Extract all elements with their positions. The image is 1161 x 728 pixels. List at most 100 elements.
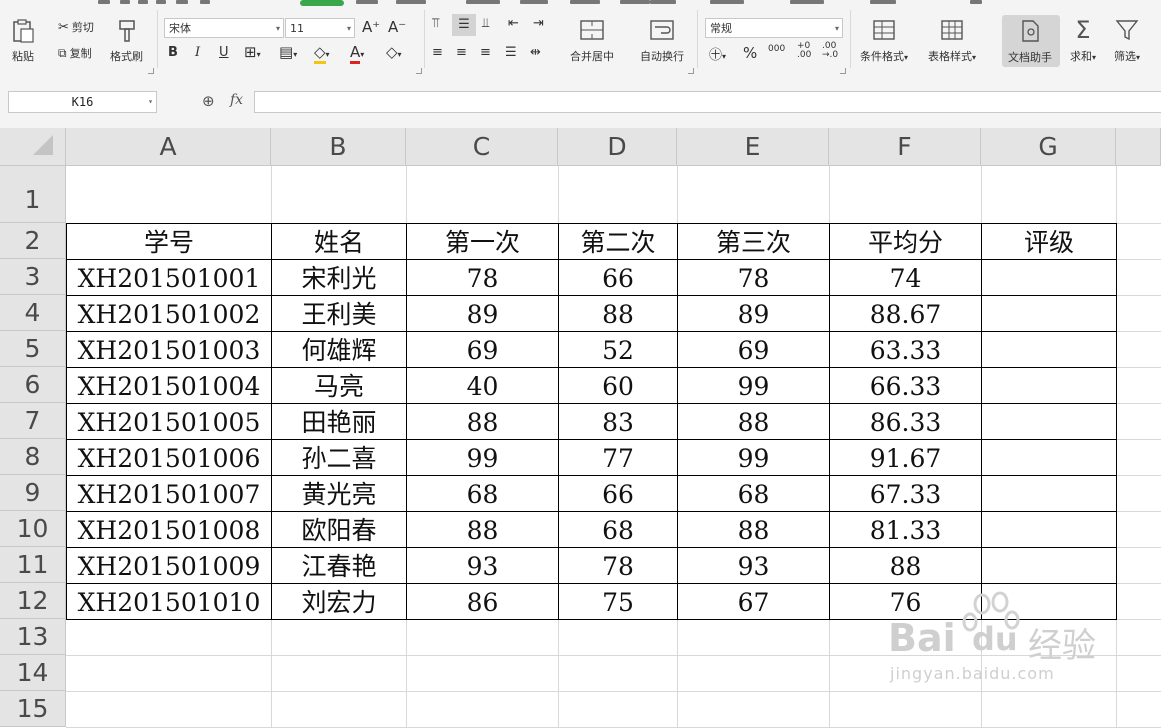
currency-icon[interactable]: ㊉▾ — [709, 44, 726, 63]
zoom-formula-icon[interactable]: ⊕ — [202, 92, 215, 110]
fill-color-icon[interactable]: ◇▾ — [314, 43, 330, 64]
italic-button[interactable]: I — [195, 45, 200, 60]
shrink-font-icon[interactable]: A⁻ — [388, 18, 406, 36]
table-header-cell[interactable]: 学号 — [67, 224, 271, 259]
table-cell[interactable]: 99 — [678, 368, 829, 403]
align-bottom-icon[interactable]: ⫫ — [482, 16, 489, 31]
column-header-f[interactable]: F — [829, 128, 981, 166]
clipboard-launcher[interactable] — [148, 68, 154, 74]
row-header-11[interactable]: 11 — [0, 547, 66, 583]
table-cell[interactable]: 孙二喜 — [272, 440, 406, 475]
format-painter-button[interactable]: 格式刷 — [110, 18, 143, 64]
table-cell[interactable] — [982, 476, 1116, 511]
row-header-2[interactable]: 2 — [0, 223, 66, 259]
table-cell[interactable]: 68 — [559, 512, 677, 547]
row-header-4[interactable]: 4 — [0, 295, 66, 331]
row-header-13[interactable]: 13 — [0, 619, 66, 655]
table-cell[interactable]: 88 — [407, 512, 558, 547]
select-all-corner[interactable] — [0, 128, 66, 166]
table-cell[interactable]: 86.33 — [830, 404, 981, 439]
table-cell[interactable]: 81.33 — [830, 512, 981, 547]
doc-helper-button[interactable]: 文档助手 — [1002, 15, 1060, 67]
filter-button[interactable]: 筛选▾ — [1114, 18, 1140, 64]
column-header-e[interactable]: E — [677, 128, 829, 166]
table-header-cell[interactable]: 第二次 — [559, 224, 677, 259]
copy-button[interactable]: ⧉ 复制 — [58, 45, 92, 61]
increase-indent-icon[interactable]: ⇥ — [533, 16, 544, 31]
wrap-text-button[interactable]: 自动换行 — [640, 18, 684, 64]
align-left-icon[interactable]: ≡ — [432, 45, 443, 60]
table-cell[interactable]: 68 — [407, 476, 558, 511]
table-cell[interactable]: 68 — [678, 476, 829, 511]
fx-icon[interactable]: fx — [230, 92, 243, 108]
number-format-select[interactable]: 常规 — [705, 18, 843, 39]
increase-decimal-button[interactable]: +0 .00 — [797, 42, 811, 60]
table-cell[interactable]: 86 — [407, 584, 558, 619]
grow-font-icon[interactable]: A⁺ — [362, 18, 380, 36]
table-cell[interactable]: 宋利光 — [272, 260, 406, 295]
align-center-icon[interactable]: ≡ — [456, 45, 467, 60]
table-cell[interactable]: XH201501006 — [67, 440, 271, 475]
row-header-1[interactable]: 1 — [0, 166, 66, 223]
column-header-b[interactable]: B — [271, 128, 406, 166]
cell-style-icon[interactable]: ▤▾ — [279, 43, 297, 61]
decrease-decimal-button[interactable]: .00 →.0 — [822, 42, 838, 60]
font-launcher[interactable] — [416, 68, 422, 74]
column-header-g[interactable]: G — [981, 128, 1116, 166]
table-cell[interactable]: 74 — [830, 260, 981, 295]
row-header-8[interactable]: 8 — [0, 439, 66, 475]
row-header-14[interactable]: 14 — [0, 655, 66, 691]
font-color-button[interactable]: A▾ — [350, 43, 364, 64]
column-header-a[interactable]: A — [66, 128, 271, 166]
table-cell[interactable]: 88 — [678, 404, 829, 439]
name-box[interactable]: K16 — [8, 91, 157, 113]
table-cell[interactable]: XH201501009 — [67, 548, 271, 583]
table-cell[interactable] — [982, 368, 1116, 403]
justify-icon[interactable]: ☰ — [505, 45, 517, 60]
table-cell[interactable]: XH201501002 — [67, 296, 271, 331]
table-cell[interactable]: 60 — [559, 368, 677, 403]
table-cell[interactable]: XH201501001 — [67, 260, 271, 295]
align-top-icon[interactable]: ⫪ — [432, 16, 439, 31]
row-header-7[interactable]: 7 — [0, 403, 66, 439]
table-header-cell[interactable]: 平均分 — [830, 224, 981, 259]
table-cell[interactable]: XH201501003 — [67, 332, 271, 367]
font-name-select[interactable]: 宋体 — [164, 18, 284, 39]
table-cell[interactable]: 75 — [559, 584, 677, 619]
table-cell[interactable]: XH201501007 — [67, 476, 271, 511]
table-cell[interactable]: 78 — [678, 260, 829, 295]
table-cell[interactable] — [982, 332, 1116, 367]
row-header-12[interactable]: 12 — [0, 583, 66, 619]
column-header-c[interactable]: C — [406, 128, 558, 166]
table-cell[interactable]: 欧阳春 — [272, 512, 406, 547]
table-cell[interactable]: 何雄辉 — [272, 332, 406, 367]
table-cell[interactable]: 83 — [559, 404, 677, 439]
underline-button[interactable]: U — [219, 45, 229, 60]
merge-center-button[interactable]: 合并居中 — [570, 18, 614, 64]
decrease-indent-icon[interactable]: ⇤ — [508, 16, 519, 31]
column-header-extra[interactable] — [1116, 128, 1161, 166]
distributed-icon[interactable]: ⇹ — [530, 45, 541, 60]
table-cell[interactable]: 52 — [559, 332, 677, 367]
formula-input[interactable] — [254, 91, 1161, 113]
table-cell[interactable]: 69 — [678, 332, 829, 367]
cut-button[interactable]: ✂ 剪切 — [58, 19, 94, 35]
table-cell[interactable]: 89 — [407, 296, 558, 331]
table-cell[interactable]: 88.67 — [830, 296, 981, 331]
sum-button[interactable]: Σ 求和▾ — [1070, 18, 1096, 64]
row-header-6[interactable]: 6 — [0, 367, 66, 403]
row-header-15[interactable]: 15 — [0, 691, 66, 727]
eraser-icon[interactable]: ◇▾ — [386, 43, 402, 61]
table-cell[interactable]: 91.67 — [830, 440, 981, 475]
table-cell[interactable]: 40 — [407, 368, 558, 403]
table-cell[interactable]: 王利美 — [272, 296, 406, 331]
thousands-separator-button[interactable]: 000 — [768, 44, 785, 54]
table-cell[interactable]: 马亮 — [272, 368, 406, 403]
table-cell[interactable]: 67 — [678, 584, 829, 619]
table-cell[interactable]: 田艳丽 — [272, 404, 406, 439]
table-cell[interactable]: 88 — [559, 296, 677, 331]
conditional-format-button[interactable]: 条件格式▾ — [860, 18, 908, 64]
table-cell[interactable]: 66 — [559, 476, 677, 511]
table-cell[interactable]: 88 — [407, 404, 558, 439]
table-cell[interactable] — [982, 296, 1116, 331]
